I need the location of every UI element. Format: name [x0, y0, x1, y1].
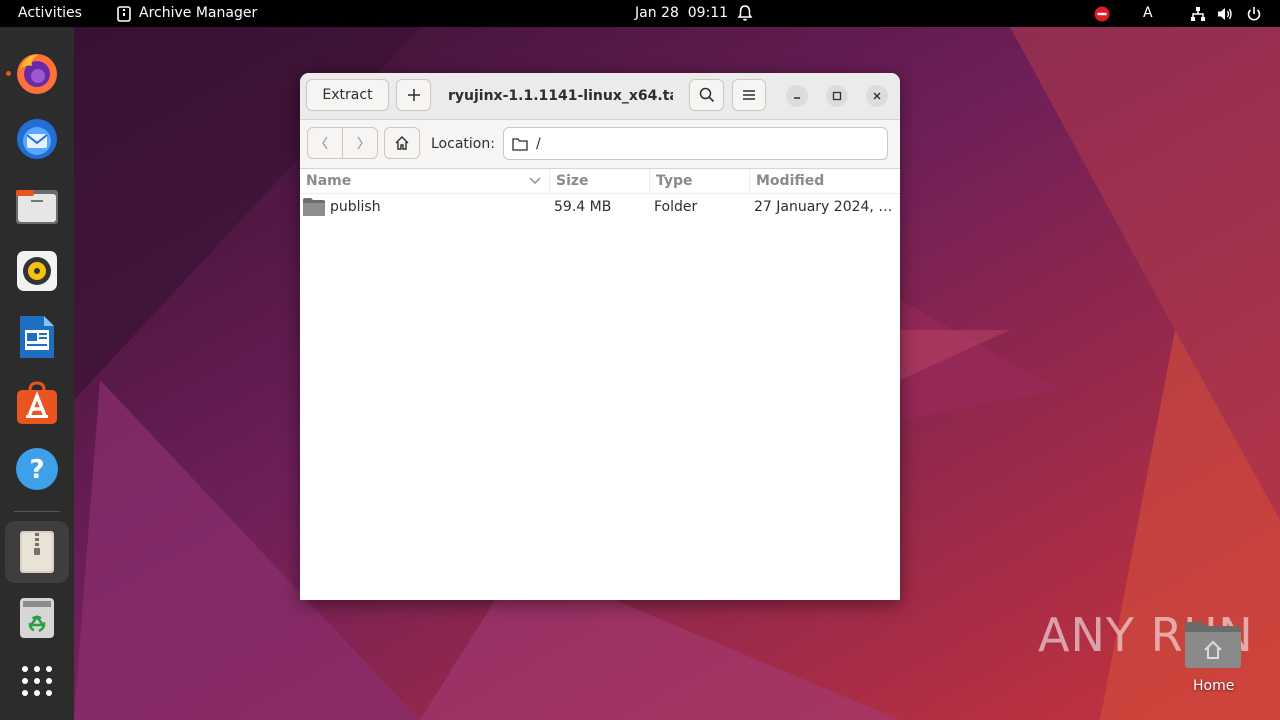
- firefox-icon[interactable]: [5, 42, 69, 104]
- power-icon[interactable]: [1246, 5, 1262, 23]
- files-icon[interactable]: [5, 174, 69, 236]
- help-icon[interactable]: ?: [5, 438, 69, 500]
- cell-type: Folder: [654, 199, 698, 215]
- cell-name: publish: [302, 194, 548, 220]
- column-header-type[interactable]: Type: [650, 169, 750, 193]
- app-menu-label: Archive Manager: [139, 5, 258, 21]
- volume-icon[interactable]: [1217, 5, 1233, 23]
- main-menu-button[interactable]: [732, 79, 766, 111]
- plus-icon: [407, 89, 420, 101]
- minimize-icon: [794, 97, 800, 99]
- close-button[interactable]: [866, 85, 888, 107]
- header-bar: Extract ryujinx-1.1.1141-linux_x64.tar..…: [300, 73, 900, 120]
- activities-button[interactable]: Activities: [18, 0, 82, 27]
- table-row[interactable]: publish 59.4 MB Folder 27 January 2024, …: [300, 194, 900, 220]
- window-title: ryujinx-1.1.1141-linux_x64.tar....: [448, 88, 673, 104]
- column-headers: Name Size Type Modified: [300, 169, 900, 194]
- show-apps-icon[interactable]: [5, 650, 69, 712]
- extract-button[interactable]: Extract: [306, 79, 389, 111]
- clock[interactable]: Jan 28 09:11: [635, 0, 728, 27]
- chevron-right-icon: [357, 136, 363, 150]
- location-field[interactable]: /: [503, 127, 888, 160]
- forward-button[interactable]: [342, 127, 378, 159]
- maximize-button[interactable]: [826, 85, 848, 107]
- location-bar: Location: /: [300, 120, 900, 169]
- archive-manager-small-icon: [117, 5, 131, 22]
- dock: ?: [0, 27, 74, 720]
- notification-bell-icon[interactable]: [737, 4, 753, 22]
- column-header-modified[interactable]: Modified: [750, 169, 900, 193]
- thunderbird-icon[interactable]: [5, 108, 69, 170]
- close-icon: [873, 92, 881, 100]
- folder-icon: [512, 137, 528, 151]
- minimize-button[interactable]: [786, 85, 808, 107]
- location-label: Location:: [431, 136, 495, 152]
- cell-modified: 27 January 2024, 1...: [754, 199, 894, 215]
- rhythmbox-icon[interactable]: [5, 240, 69, 302]
- svg-text:?: ?: [29, 455, 44, 485]
- top-bar: Activities Archive Manager Jan 28 09:11 …: [0, 0, 1280, 27]
- trash-icon[interactable]: [5, 587, 69, 649]
- back-button[interactable]: [307, 127, 343, 159]
- do-not-disturb-icon[interactable]: [1094, 5, 1110, 22]
- add-files-button[interactable]: [396, 79, 431, 111]
- folder-icon: [303, 198, 325, 216]
- keyboard-layout-indicator[interactable]: A: [1143, 0, 1153, 27]
- libreoffice-writer-icon[interactable]: [5, 306, 69, 368]
- network-icon[interactable]: [1190, 5, 1206, 23]
- maximize-icon: [832, 91, 842, 101]
- dock-separator: [14, 511, 60, 512]
- search-icon: [699, 87, 714, 103]
- file-name: publish: [330, 199, 381, 215]
- hamburger-icon: [743, 90, 755, 100]
- file-list: Name Size Type Modified publish 59.4 MB …: [300, 169, 900, 600]
- cell-size: 59.4 MB: [554, 199, 612, 215]
- chevron-down-icon: [529, 177, 541, 184]
- archive-manager-icon[interactable]: [5, 521, 69, 583]
- column-header-size[interactable]: Size: [550, 169, 650, 193]
- archive-manager-window: Extract ryujinx-1.1.1141-linux_x64.tar..…: [300, 73, 900, 600]
- app-menu[interactable]: Archive Manager: [117, 0, 257, 27]
- search-button[interactable]: [689, 79, 724, 111]
- location-value: /: [536, 135, 541, 152]
- home-icon: [395, 136, 409, 150]
- home-desktop-label[interactable]: Home: [1193, 678, 1234, 694]
- app-center-icon[interactable]: [5, 372, 69, 434]
- home-folder-desktop-icon[interactable]: [1185, 620, 1241, 668]
- home-button[interactable]: [384, 127, 420, 159]
- chevron-left-icon: [322, 136, 328, 150]
- column-header-name[interactable]: Name: [300, 169, 550, 193]
